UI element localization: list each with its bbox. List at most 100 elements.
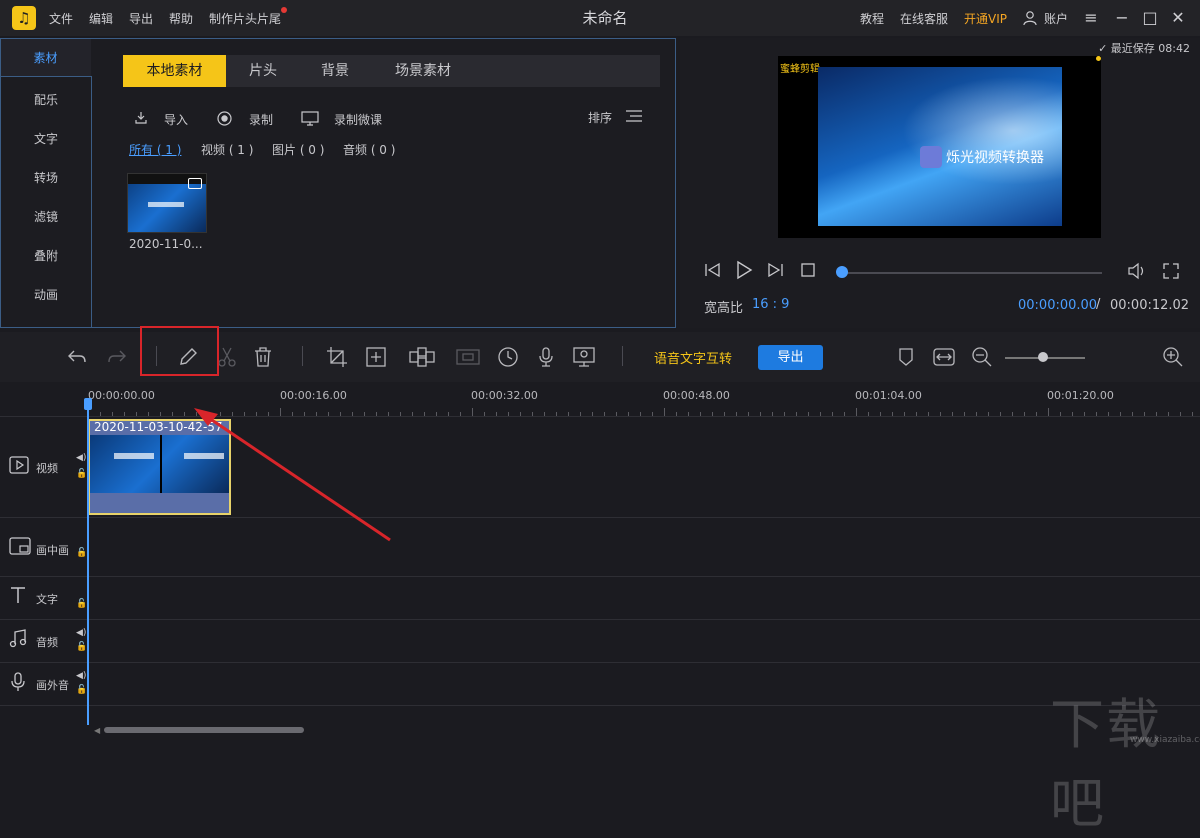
stop-icon[interactable]	[800, 262, 816, 282]
saved-text: 最近保存 08:42	[1110, 42, 1190, 55]
speaker-icon[interactable]: ◀)	[76, 628, 86, 638]
ruler-tick	[1048, 408, 1049, 416]
media-thumbnail[interactable]	[127, 173, 207, 233]
redo-icon[interactable]	[106, 346, 128, 368]
microphone-icon[interactable]	[535, 346, 557, 368]
menu-icon[interactable]: ≡	[1081, 8, 1101, 28]
zoom-in-icon[interactable]	[1162, 346, 1184, 368]
nav-animation[interactable]: 动画	[1, 276, 91, 314]
nav-material[interactable]: 素材	[1, 39, 91, 77]
time-ruler[interactable]	[88, 408, 1200, 416]
window-title: 未命名	[582, 9, 628, 27]
import-icon[interactable]	[133, 111, 149, 128]
freeze-frame-icon[interactable]	[455, 346, 481, 368]
library-tabs: 本地素材 片头 背景 场景素材	[123, 55, 660, 87]
mic-track-icon	[8, 672, 28, 697]
lock-icon[interactable]: 🔓	[76, 642, 87, 652]
user-icon[interactable]	[1022, 10, 1038, 26]
time-separator: /	[1096, 297, 1101, 312]
tab-intro[interactable]: 片头	[231, 55, 295, 87]
aspect-ratio-value[interactable]: 16 : 9	[752, 297, 789, 312]
filter-video[interactable]: 视频 ( 1 )	[201, 141, 253, 158]
playhead[interactable]	[87, 400, 89, 725]
nav-filter[interactable]: 滤镜	[1, 198, 91, 236]
record-lesson-button[interactable]: 录制微课	[334, 111, 382, 128]
lock-icon[interactable]: 🔓	[76, 685, 87, 695]
zoom-slider-knob[interactable]	[1038, 352, 1048, 362]
crop-icon[interactable]	[326, 346, 348, 368]
timeline-scrollbar[interactable]	[104, 727, 304, 733]
lock-icon[interactable]: 🔓	[76, 548, 87, 558]
nav-text[interactable]: 文字	[1, 120, 91, 158]
track-label-text: 文字	[36, 593, 58, 606]
account-link[interactable]: 账户	[1044, 10, 1068, 27]
tutorial-link[interactable]: 教程	[860, 10, 884, 27]
resize-handle[interactable]	[1096, 56, 1101, 61]
fullscreen-icon[interactable]	[1162, 262, 1180, 284]
lock-icon[interactable]: 🔓	[76, 599, 87, 609]
preview-watermark: 蜜蜂剪辑	[780, 64, 820, 75]
nav-transition[interactable]: 转场	[1, 159, 91, 197]
video-badge-icon	[188, 178, 202, 189]
speech-text-convert-button[interactable]: 语音文字互转	[654, 348, 732, 367]
delete-icon[interactable]	[252, 346, 274, 368]
volume-icon[interactable]	[1127, 262, 1147, 284]
progress-knob[interactable]	[836, 266, 848, 278]
scissors-icon[interactable]	[216, 346, 238, 368]
tab-local-material[interactable]: 本地素材	[123, 55, 226, 87]
vip-link[interactable]: 开通VIP	[964, 10, 1007, 27]
lock-icon[interactable]: 🔓	[76, 469, 87, 479]
filter-audio[interactable]: 音频 ( 0 )	[343, 141, 395, 158]
track-divider	[0, 576, 1200, 577]
close-icon[interactable]: ✕	[1168, 8, 1188, 28]
fit-width-icon[interactable]	[932, 346, 956, 368]
undo-icon[interactable]	[66, 346, 88, 368]
play-icon[interactable]	[734, 260, 754, 284]
export-button[interactable]: 导出	[758, 345, 823, 370]
maximize-icon[interactable]: □	[1140, 8, 1160, 28]
library-panel: 素材 配乐 文字 转场 滤镜 叠附 动画 本地素材 片头 背景 场景素材 导入 …	[0, 38, 676, 328]
preview-panel: ✓ 最近保存 08:42 蜜蜂剪辑 烁光视频转换器 宽高比 16 : 9 00:…	[680, 38, 1200, 328]
minimize-icon[interactable]: −	[1112, 8, 1132, 28]
import-button[interactable]: 导入	[164, 111, 188, 128]
zoom-out-icon[interactable]	[971, 346, 993, 368]
nav-overlay[interactable]: 叠附	[1, 237, 91, 275]
video-clip[interactable]: 2020-11-03-10-42-57	[88, 419, 231, 515]
nav-music[interactable]: 配乐	[1, 81, 91, 119]
filter-all[interactable]: 所有 ( 1 )	[129, 141, 181, 158]
sort-icon[interactable]	[625, 109, 643, 126]
prev-frame-icon[interactable]	[704, 262, 722, 282]
video-preview[interactable]: 蜜蜂剪辑 烁光视频转换器	[778, 56, 1101, 238]
record-lesson-icon[interactable]	[301, 111, 319, 129]
mosaic-icon[interactable]	[408, 346, 436, 368]
track-divider	[0, 619, 1200, 620]
track-header-text: 文字 🔓	[0, 577, 87, 619]
pip-track-icon	[8, 536, 32, 561]
tab-background[interactable]: 背景	[303, 55, 367, 87]
speaker-icon[interactable]: ◀)	[76, 453, 86, 463]
screen-record-icon[interactable]	[572, 346, 596, 368]
title-bar: ♫ 文件 编辑 导出 帮助 制作片头片尾 未命名 教程 在线客服 开通VIP 账…	[0, 0, 1200, 36]
filter-image[interactable]: 图片 ( 0 )	[272, 141, 324, 158]
nav-divider-vertical	[91, 76, 92, 327]
playhead-handle[interactable]	[84, 398, 92, 410]
track-divider	[0, 705, 1200, 706]
clip-caption	[184, 453, 224, 459]
next-frame-icon[interactable]	[766, 262, 784, 282]
track-divider	[0, 416, 1200, 417]
sort-button[interactable]: 排序	[588, 109, 612, 126]
zoom-frame-icon[interactable]	[365, 346, 387, 368]
clip-frame-divider	[160, 435, 162, 493]
ruler-label: 00:00:16.00	[280, 389, 347, 402]
speaker-icon[interactable]: ◀)	[76, 671, 86, 681]
progress-track[interactable]	[844, 272, 1102, 274]
media-label: 2020-11-0...	[129, 237, 203, 251]
marker-icon[interactable]	[895, 346, 917, 368]
tab-scene-material[interactable]: 场景素材	[379, 55, 467, 87]
record-radio-icon[interactable]	[217, 111, 232, 129]
support-link[interactable]: 在线客服	[900, 10, 948, 27]
scroll-left-icon[interactable]: ◀	[94, 726, 100, 735]
speed-clock-icon[interactable]	[497, 346, 519, 368]
check-icon: ✓	[1098, 42, 1108, 55]
record-button[interactable]: 录制	[249, 111, 273, 128]
